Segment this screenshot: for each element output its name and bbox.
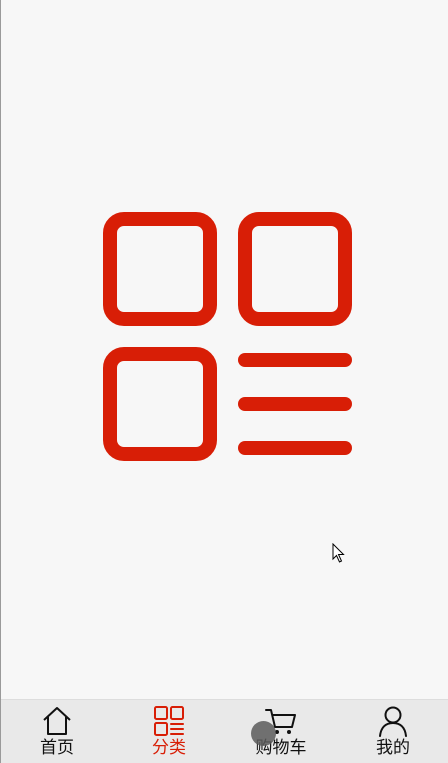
bottom-tab-bar: 首页 分类 购物车 我的 [1,699,448,763]
home-icon [43,707,71,735]
category-page-content [1,0,448,699]
grid-square-top-left [103,212,217,326]
grid-square-top-right [238,212,352,326]
category-grid-icon [103,212,352,461]
user-icon [379,706,407,737]
tab-home[interactable]: 首页 [1,700,113,763]
tab-profile[interactable]: 我的 [337,700,448,763]
touch-indicator [251,721,276,746]
tab-profile-label: 我的 [376,738,410,758]
tab-cart[interactable]: 购物车 [225,700,337,763]
tab-home-label: 首页 [40,738,74,758]
grid-square-bottom-left [103,347,217,461]
app-screen: 首页 分类 购物车 我的 [0,0,448,763]
tab-category-label: 分类 [152,738,186,758]
tab-category[interactable]: 分类 [113,700,225,763]
mouse-pointer-icon [332,543,345,563]
category-icon [154,706,184,736]
